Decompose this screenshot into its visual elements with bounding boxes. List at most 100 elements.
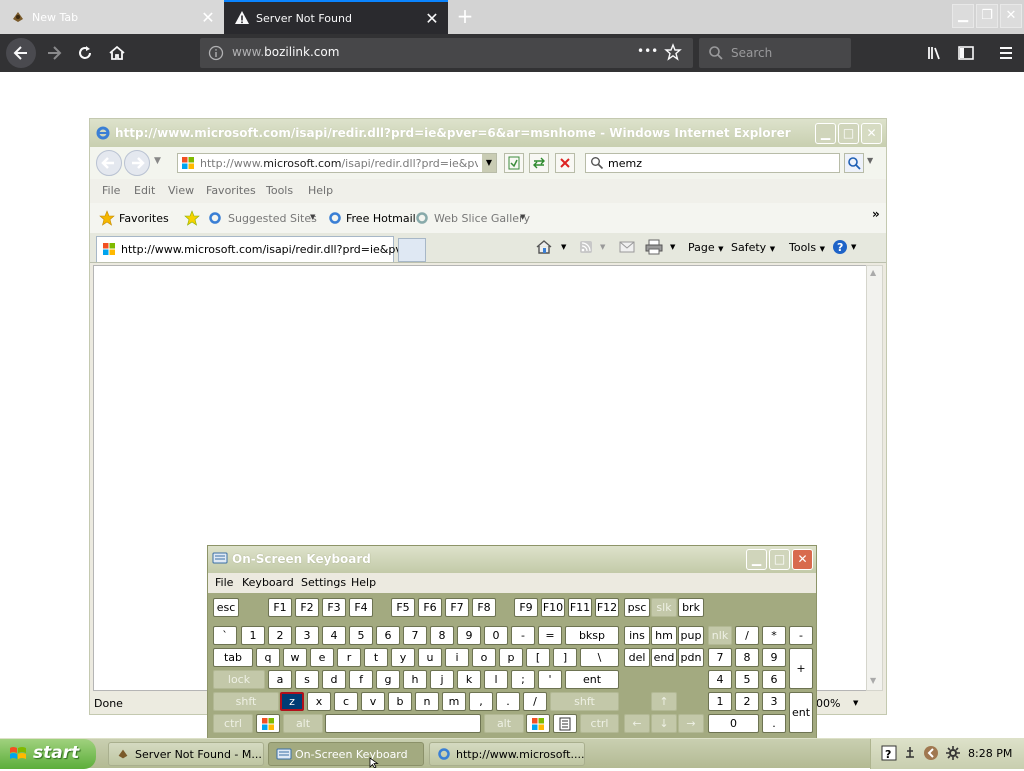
key-f3[interactable]: F3: [322, 598, 346, 617]
key-f10[interactable]: F10: [541, 598, 565, 617]
chevron-down-icon[interactable]: ▼: [310, 213, 315, 221]
key-t[interactable]: t: [364, 648, 388, 667]
feeds-icon[interactable]: [579, 240, 593, 257]
menu-edit[interactable]: Edit: [134, 184, 155, 197]
ie-vertical-scrollbar[interactable]: ▲ ▼: [866, 265, 883, 691]
ie-maximize-button[interactable]: □: [838, 123, 859, 144]
ie-close-button[interactable]: ✕: [861, 123, 882, 144]
key-arrow-left[interactable]: ←: [624, 714, 650, 733]
key-space[interactable]: [325, 714, 481, 733]
key-8[interactable]: 8: [430, 626, 454, 645]
key-numpad-minus[interactable]: -: [789, 626, 813, 645]
forward-button[interactable]: [40, 39, 68, 67]
key-end[interactable]: end: [651, 648, 677, 667]
back-button[interactable]: [6, 38, 36, 68]
key-semicolon[interactable]: ;: [511, 670, 535, 689]
open-menu-button[interactable]: [992, 39, 1020, 67]
key-s[interactable]: s: [295, 670, 319, 689]
key-7[interactable]: 7: [403, 626, 427, 645]
key-tab[interactable]: tab: [213, 648, 253, 667]
osk-minimize-button[interactable]: ▁: [746, 549, 767, 570]
ie-search-box[interactable]: memz: [585, 153, 840, 173]
minimize-button[interactable]: ▁: [952, 4, 974, 28]
key-n[interactable]: n: [415, 692, 439, 711]
key-numpad-4[interactable]: 4: [708, 670, 732, 689]
key-d[interactable]: d: [322, 670, 346, 689]
osk-close-button[interactable]: ✕: [792, 549, 813, 570]
search-options-icon[interactable]: ▼: [867, 156, 873, 165]
search-input[interactable]: Search: [731, 46, 772, 60]
search-bar[interactable]: Search: [699, 38, 851, 68]
chevron-down-icon[interactable]: ▼: [853, 699, 858, 707]
url-text[interactable]: www.bozilink.com: [232, 45, 339, 59]
key-arrow-up[interactable]: ↑: [651, 692, 677, 711]
key-page-down[interactable]: pdn: [678, 648, 704, 667]
key-5[interactable]: 5: [349, 626, 373, 645]
chevron-down-icon[interactable]: ▼: [561, 243, 566, 251]
star-icon[interactable]: [664, 43, 682, 64]
key-r[interactable]: r: [337, 648, 361, 667]
key-f2[interactable]: F2: [295, 598, 319, 617]
chevron-down-icon[interactable]: ▼: [600, 243, 605, 251]
key-numpad-9[interactable]: 9: [762, 648, 786, 667]
key-numpad-8[interactable]: 8: [735, 648, 759, 667]
osk-menu-settings[interactable]: Settings: [301, 576, 346, 589]
key-insert[interactable]: ins: [624, 626, 650, 645]
key-comma[interactable]: ,: [469, 692, 493, 711]
key-f5[interactable]: F5: [391, 598, 415, 617]
key-delete[interactable]: del: [624, 648, 650, 667]
key-caps-lock[interactable]: lock: [213, 670, 265, 689]
ie-search-input[interactable]: memz: [608, 157, 642, 170]
print-icon[interactable]: [645, 239, 663, 258]
key-apostrophe[interactable]: ': [538, 670, 562, 689]
ie-new-tab-button[interactable]: [398, 238, 426, 262]
page-actions-button[interactable]: •••: [637, 44, 658, 58]
key-right-windows[interactable]: [526, 714, 550, 733]
ie-address-bar[interactable]: http://www.microsoft.com/isapi/redir.dll…: [177, 153, 497, 173]
key-b[interactable]: b: [388, 692, 412, 711]
home-button[interactable]: [103, 39, 131, 67]
key-open-bracket[interactable]: [: [526, 648, 550, 667]
key-f1[interactable]: F1: [268, 598, 292, 617]
menu-tools[interactable]: Tools: [266, 184, 293, 197]
refresh-button[interactable]: [529, 153, 549, 173]
key-m[interactable]: m: [442, 692, 466, 711]
taskbar-item-osk[interactable]: On-Screen Keyboard: [268, 742, 424, 766]
key-4[interactable]: 4: [322, 626, 346, 645]
restore-button[interactable]: ❐: [976, 4, 998, 28]
ie-address-text[interactable]: http://www.microsoft.com/isapi/redir.dll…: [200, 157, 478, 170]
ie-back-button[interactable]: [96, 150, 122, 176]
chevron-down-icon[interactable]: ▼: [154, 156, 161, 166]
key-6[interactable]: 6: [376, 626, 400, 645]
key-v[interactable]: v: [361, 692, 385, 711]
key-close-bracket[interactable]: ]: [553, 648, 577, 667]
free-hotmail-link[interactable]: Free Hotmail: [346, 212, 416, 225]
key-e[interactable]: e: [310, 648, 334, 667]
help-icon[interactable]: ?: [881, 745, 897, 764]
key-right-ctrl[interactable]: ctrl: [580, 714, 619, 733]
ie-tab[interactable]: http://www.microsoft.com/isapi/redir.dll…: [96, 236, 423, 262]
osk-menu-keyboard[interactable]: Keyboard: [242, 576, 294, 589]
tab-new-tab[interactable]: New Tab ✕: [0, 0, 224, 34]
favorites-button[interactable]: Favorites: [119, 212, 169, 225]
key-left-windows[interactable]: [256, 714, 280, 733]
ie-forward-button[interactable]: [124, 150, 150, 176]
key-p[interactable]: p: [499, 648, 523, 667]
key-backslash[interactable]: \: [580, 648, 619, 667]
key-arrow-right[interactable]: →: [678, 714, 704, 733]
key-left-alt[interactable]: alt: [283, 714, 323, 733]
web-slice-gallery-link[interactable]: Web Slice Gallery: [434, 212, 530, 225]
chevron-down-icon[interactable]: ▼: [520, 213, 525, 221]
key-a[interactable]: a: [268, 670, 292, 689]
new-tab-button[interactable]: +: [452, 4, 478, 30]
key-j[interactable]: j: [430, 670, 454, 689]
key-0[interactable]: 0: [484, 626, 508, 645]
key-c[interactable]: c: [334, 692, 358, 711]
key-numpad-6[interactable]: 6: [762, 670, 786, 689]
library-button[interactable]: [921, 39, 949, 67]
key-numpad-divide[interactable]: /: [735, 626, 759, 645]
add-favorite-icon[interactable]: [184, 210, 202, 229]
key-w[interactable]: w: [283, 648, 307, 667]
key-f9[interactable]: F9: [514, 598, 538, 617]
help-icon[interactable]: ?: [832, 239, 850, 258]
